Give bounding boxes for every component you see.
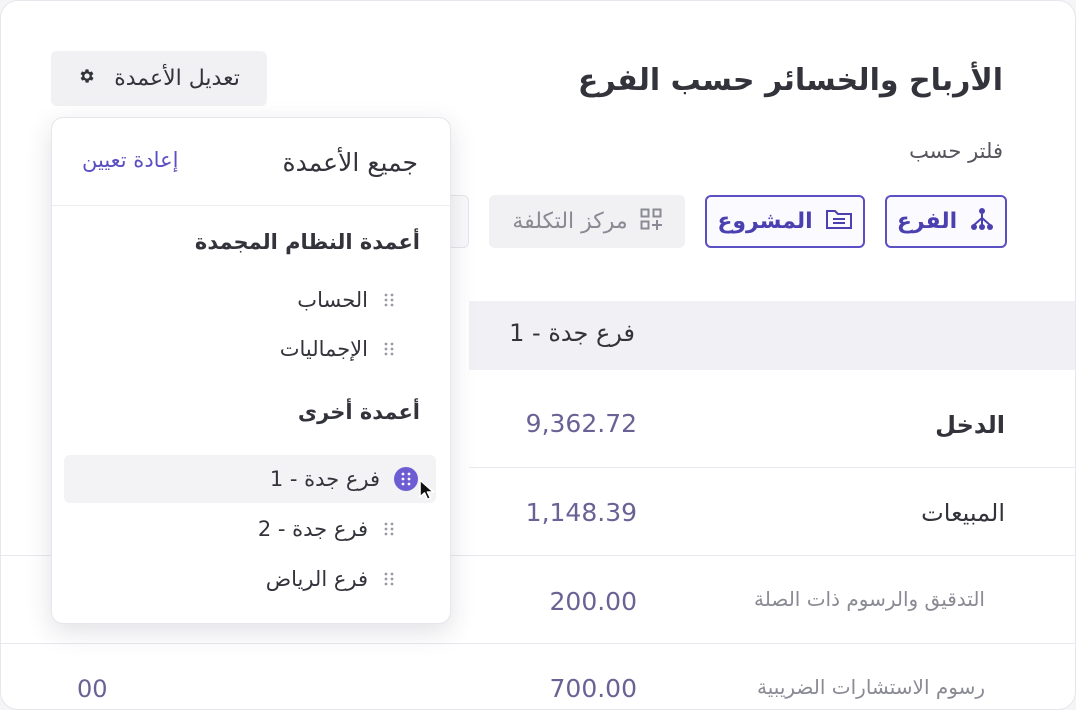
row-label-sales: المبيعات [921,499,1005,527]
filter-chip-cost-center[interactable]: مركز التكلفة [489,195,685,248]
column-item-jeddah-2[interactable]: فرع جدة - 2 [76,505,396,553]
column-header-branch: فرع جدة - 1 [509,319,635,347]
drag-handle-icon[interactable] [382,293,396,307]
row-value-tax: 700.00 [549,674,637,703]
drag-handle-icon[interactable] [382,342,396,356]
columns-dropdown-panel: جميع الأعمدة إعادة تعيين أعمدة النظام ال… [51,117,451,624]
row-divider [469,467,1075,468]
row-value-cutoff: 00 [77,675,108,703]
panel-divider [52,205,450,206]
mouse-cursor-icon [418,478,438,506]
row-label-audit: التدقيق والرسوم ذات الصلة [754,587,985,611]
drag-handle-icon[interactable] [382,572,396,586]
page-title: الأرباح والخسائر حسب الفرع [577,63,1003,98]
column-item-label: الحساب [297,288,368,312]
drag-handle-icon[interactable] [394,467,418,491]
filter-label: فلتر حسب [909,139,1003,163]
filter-chip-label: مركز التكلفة [512,209,628,234]
column-item-jeddah-1[interactable]: فرع جدة - 1 [64,455,436,503]
panel-title: جميع الأعمدة [282,148,419,177]
row-value-sales: 1,148.39 [525,498,637,527]
reset-button[interactable]: إعادة تعيين [82,148,178,172]
column-item-label: الإجماليات [279,337,368,361]
edit-columns-label: تعديل الأعمدة [114,66,240,91]
folder-icon [825,208,853,236]
filter-chip-project[interactable]: المشروع [705,195,865,248]
frozen-section-title: أعمدة النظام المجمدة [194,230,420,254]
other-section-title: أعمدة أخرى [297,400,420,424]
column-item-account[interactable]: الحساب [76,276,396,324]
row-label-income: الدخل [935,411,1005,439]
column-item-totals[interactable]: الإجماليات [76,325,396,373]
drag-handle-icon[interactable] [382,522,396,536]
filter-chip-branch[interactable]: الفرع [885,195,1007,248]
filter-chip-label: الفرع [896,209,958,234]
column-item-label: فرع الرياض [265,567,368,591]
grid-add-icon [640,208,662,236]
edit-columns-button[interactable]: تعديل الأعمدة [51,51,267,106]
row-value-income: 9,362.72 [525,409,637,438]
row-divider [1,643,1075,644]
column-item-label: فرع جدة - 1 [269,467,380,491]
column-item-riyadh[interactable]: فرع الرياض [76,555,396,603]
branch-icon [969,207,995,237]
row-label-tax: رسوم الاستشارات الضريبية [757,675,985,699]
report-card: الأرباح والخسائر حسب الفرع فلتر حسب تعدي… [0,0,1076,710]
row-value-audit: 200.00 [549,587,637,616]
filter-chip-label: المشروع [717,209,813,234]
column-item-label: فرع جدة - 2 [257,517,368,541]
gear-icon [78,66,96,91]
